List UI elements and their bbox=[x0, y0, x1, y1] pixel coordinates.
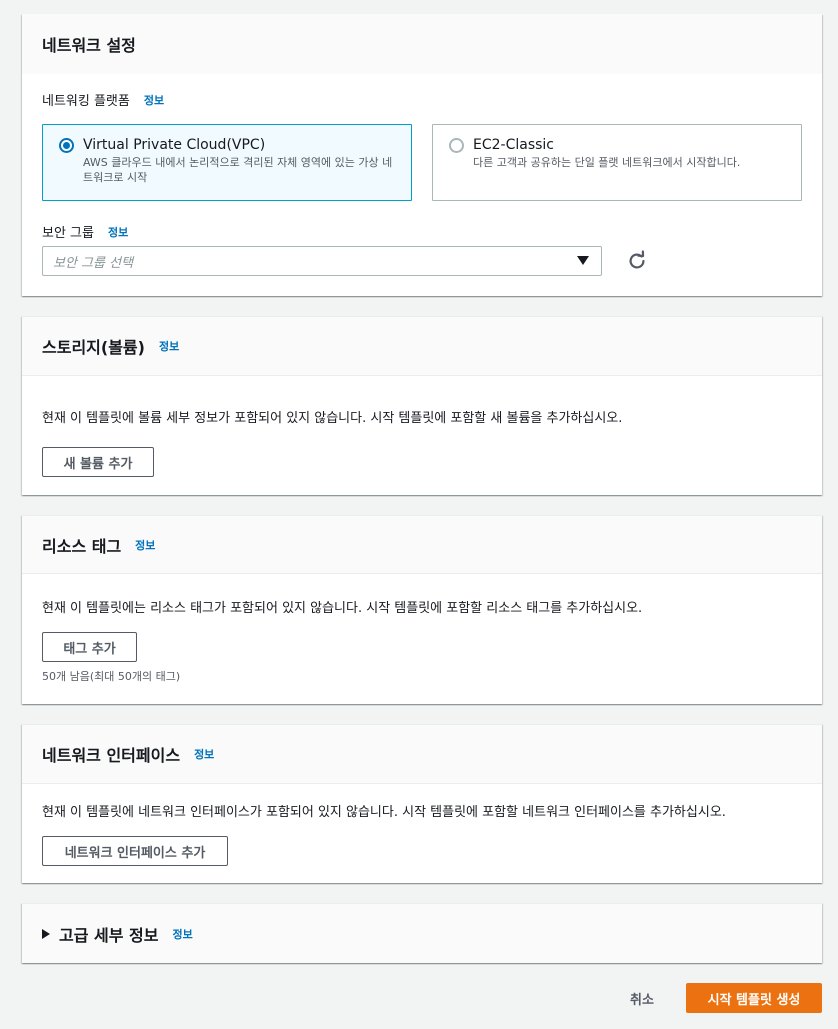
tags-remaining-text: 50개 남음(최대 50개의 태그) bbox=[42, 670, 181, 683]
networking-platform-label: 네트워킹 플랫폼 정보 bbox=[42, 90, 164, 110]
storage-panel: 스토리지(볼륨) 정보 현재 이 템플릿에 볼륨 세부 정보가 포함되어 있지 … bbox=[22, 316, 822, 495]
resource-tags-title: 리소스 태그 bbox=[42, 536, 122, 556]
ec2-classic-option-desc: 다른 고객과 공유하는 단일 플랫 네트워크에서 시작합니다. bbox=[473, 156, 741, 169]
vpc-option-desc: AWS 클라우드 내에서 논리적으로 격리된 자체 영역에 있는 가상 네트워크… bbox=[83, 156, 393, 184]
security-group-select[interactable]: 보안 그룹 선택 bbox=[42, 246, 602, 276]
resource-tags-panel: 리소스 태그 정보 현재 이 템플릿에는 리소스 태그가 포함되어 있지 않습니… bbox=[22, 515, 822, 704]
caret-right-icon[interactable] bbox=[42, 928, 50, 939]
storage-info-link[interactable]: 정보 bbox=[159, 338, 179, 354]
ec2-classic-option-title: EC2-Classic bbox=[473, 137, 554, 153]
security-group-info-link[interactable]: 정보 bbox=[108, 224, 128, 240]
advanced-details-panel: 고급 세부 정보 정보 bbox=[22, 903, 822, 963]
ec2-classic-option-tile[interactable]: EC2-Classic 다른 고객과 공유하는 단일 플랫 네트워크에서 시작합… bbox=[432, 124, 802, 201]
network-interfaces-title: 네트워크 인터페이스 bbox=[42, 746, 181, 765]
cancel-button[interactable]: 취소 bbox=[616, 983, 668, 1013]
ec2-classic-radio[interactable] bbox=[449, 138, 464, 153]
network-settings-header: 네트워크 설정 bbox=[22, 14, 822, 74]
vpc-option-title: Virtual Private Cloud(VPC) bbox=[83, 137, 266, 153]
add-network-interface-button[interactable]: 네트워크 인터페이스 추가 bbox=[42, 836, 228, 866]
network-interfaces-description: 현재 이 템플릿에 네트워크 인터페이스가 포함되어 있지 않습니다. 시작 템… bbox=[42, 805, 726, 820]
storage-description: 현재 이 템플릿에 볼륨 세부 정보가 포함되어 있지 않습니다. 시작 템플릿… bbox=[42, 411, 623, 426]
networking-platform-label-text: 네트워킹 플랫폼 bbox=[42, 94, 130, 109]
add-volume-button[interactable]: 새 볼륨 추가 bbox=[42, 447, 154, 477]
vpc-radio[interactable] bbox=[59, 138, 74, 153]
security-group-placeholder: 보안 그룹 선택 bbox=[53, 255, 134, 271]
advanced-details-info-link[interactable]: 정보 bbox=[172, 926, 192, 942]
advanced-details-header[interactable]: 고급 세부 정보 정보 bbox=[22, 904, 822, 963]
create-launch-template-button[interactable]: 시작 템플릿 생성 bbox=[686, 983, 822, 1013]
refresh-icon[interactable] bbox=[626, 250, 648, 272]
advanced-details-title[interactable]: 고급 세부 정보 bbox=[59, 922, 158, 946]
security-group-label: 보안 그룹 정보 bbox=[42, 222, 128, 242]
network-interfaces-panel: 네트워크 인터페이스 정보 현재 이 템플릿에 네트워크 인터페이스가 포함되어… bbox=[22, 724, 822, 883]
resource-tags-header: 리소스 태그 정보 bbox=[22, 516, 822, 574]
networking-platform-info-link[interactable]: 정보 bbox=[144, 92, 164, 108]
storage-title: 스토리지(볼륨) bbox=[42, 338, 145, 357]
network-interfaces-header: 네트워크 인터페이스 정보 bbox=[22, 725, 822, 784]
caret-down-icon bbox=[577, 256, 589, 265]
network-interfaces-info-link[interactable]: 정보 bbox=[194, 746, 214, 762]
resource-tags-description: 현재 이 템플릿에는 리소스 태그가 포함되어 있지 않습니다. 시작 템플릿에… bbox=[42, 601, 643, 616]
security-group-label-text: 보안 그룹 bbox=[42, 226, 94, 241]
vpc-option-tile[interactable]: Virtual Private Cloud(VPC) AWS 클라우드 내에서 … bbox=[42, 124, 412, 201]
network-settings-title: 네트워크 설정 bbox=[42, 36, 136, 55]
resource-tags-info-link[interactable]: 정보 bbox=[135, 537, 155, 553]
storage-header: 스토리지(볼륨) 정보 bbox=[22, 317, 822, 376]
add-tag-button[interactable]: 태그 추가 bbox=[42, 632, 137, 662]
network-settings-panel: 네트워크 설정 네트워킹 플랫폼 정보 Virtual Private Clou… bbox=[22, 14, 822, 296]
